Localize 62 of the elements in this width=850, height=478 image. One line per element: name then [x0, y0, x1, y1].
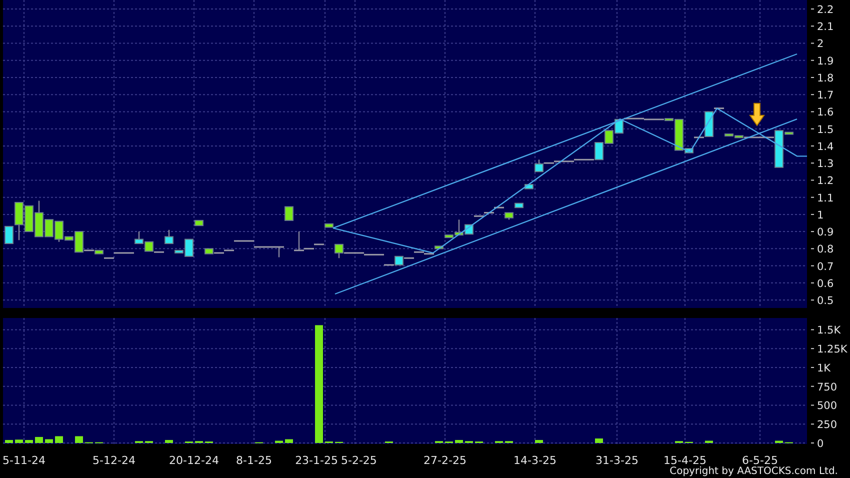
volume-bar	[5, 440, 13, 443]
axis-label: 1.1	[817, 192, 834, 204]
axis-label: 23-1-25	[295, 454, 338, 466]
volume-bar	[275, 440, 283, 443]
axis-label: 1.6	[817, 106, 834, 119]
volume-bar	[55, 436, 63, 443]
volume-bar	[25, 440, 33, 443]
axis-label: 1	[817, 209, 824, 222]
axis-label: 0	[817, 438, 824, 450]
axis-label: 0.6	[817, 278, 834, 290]
volume-bar	[705, 440, 713, 443]
axis-label: 15-4-25	[664, 454, 706, 466]
axis-label: 1.9	[817, 55, 834, 68]
axis-label: 750	[817, 381, 838, 394]
volume-bar	[285, 439, 293, 443]
axis-label: 5-2-25	[341, 454, 377, 466]
candlestick	[604, 130, 614, 144]
volume-bar	[75, 436, 83, 443]
candlestick	[324, 223, 334, 228]
axis-label: 27-2-25	[424, 454, 466, 466]
axis-label: 31-3-25	[596, 454, 638, 466]
volume-bar	[165, 440, 173, 443]
candlestick	[524, 184, 534, 190]
axis-label: 1.8	[817, 72, 834, 84]
volume-bar	[15, 440, 23, 443]
candlestick	[164, 229, 174, 244]
axis-label: 6-5-25	[742, 454, 778, 466]
candlestick	[504, 212, 514, 220]
volume-bar	[535, 440, 543, 443]
axis-label: 0.7	[817, 260, 834, 273]
axis-label: 0.9	[817, 226, 834, 239]
axis-label: 2	[817, 38, 824, 50]
axis-label: 1.3	[817, 158, 834, 170]
axis-label: 1K	[817, 362, 831, 374]
axis-label: 250	[817, 419, 838, 432]
volume-bar	[455, 440, 463, 443]
candlestick	[514, 202, 524, 208]
axis-label: 2.1	[817, 21, 834, 34]
axis-label: 1.7	[817, 90, 834, 102]
down-arrow-icon	[749, 102, 765, 126]
candlestick	[284, 206, 294, 221]
volume-bar	[775, 440, 783, 443]
axis-label: 20-12-24	[169, 454, 219, 466]
axis-label: 0.8	[817, 244, 834, 256]
axis-label: 1.5	[817, 124, 834, 136]
axis-label: 500	[817, 400, 838, 412]
axis-label: 1.5K	[817, 324, 841, 337]
axis-label: 14-3-25	[514, 454, 556, 466]
axis-label: 1.2	[817, 175, 834, 188]
axis-label: 1.4	[817, 140, 834, 153]
candlestick	[134, 231, 144, 244]
axis-label: 1.25K	[817, 344, 848, 356]
axis-label: 8-1-25	[236, 454, 272, 466]
volume-bar	[595, 438, 603, 443]
axis-label: 2.2	[817, 4, 834, 16]
axis-label: 5-12-24	[92, 454, 136, 466]
volume-bar	[45, 439, 53, 443]
axis-label: 0.5	[817, 295, 834, 308]
axis-label: 5-11-24	[2, 454, 46, 466]
candlestick	[714, 108, 724, 110]
copyright-text: Copyright by AASTOCKS.com Ltd.	[670, 466, 838, 478]
candlestick	[194, 220, 204, 226]
